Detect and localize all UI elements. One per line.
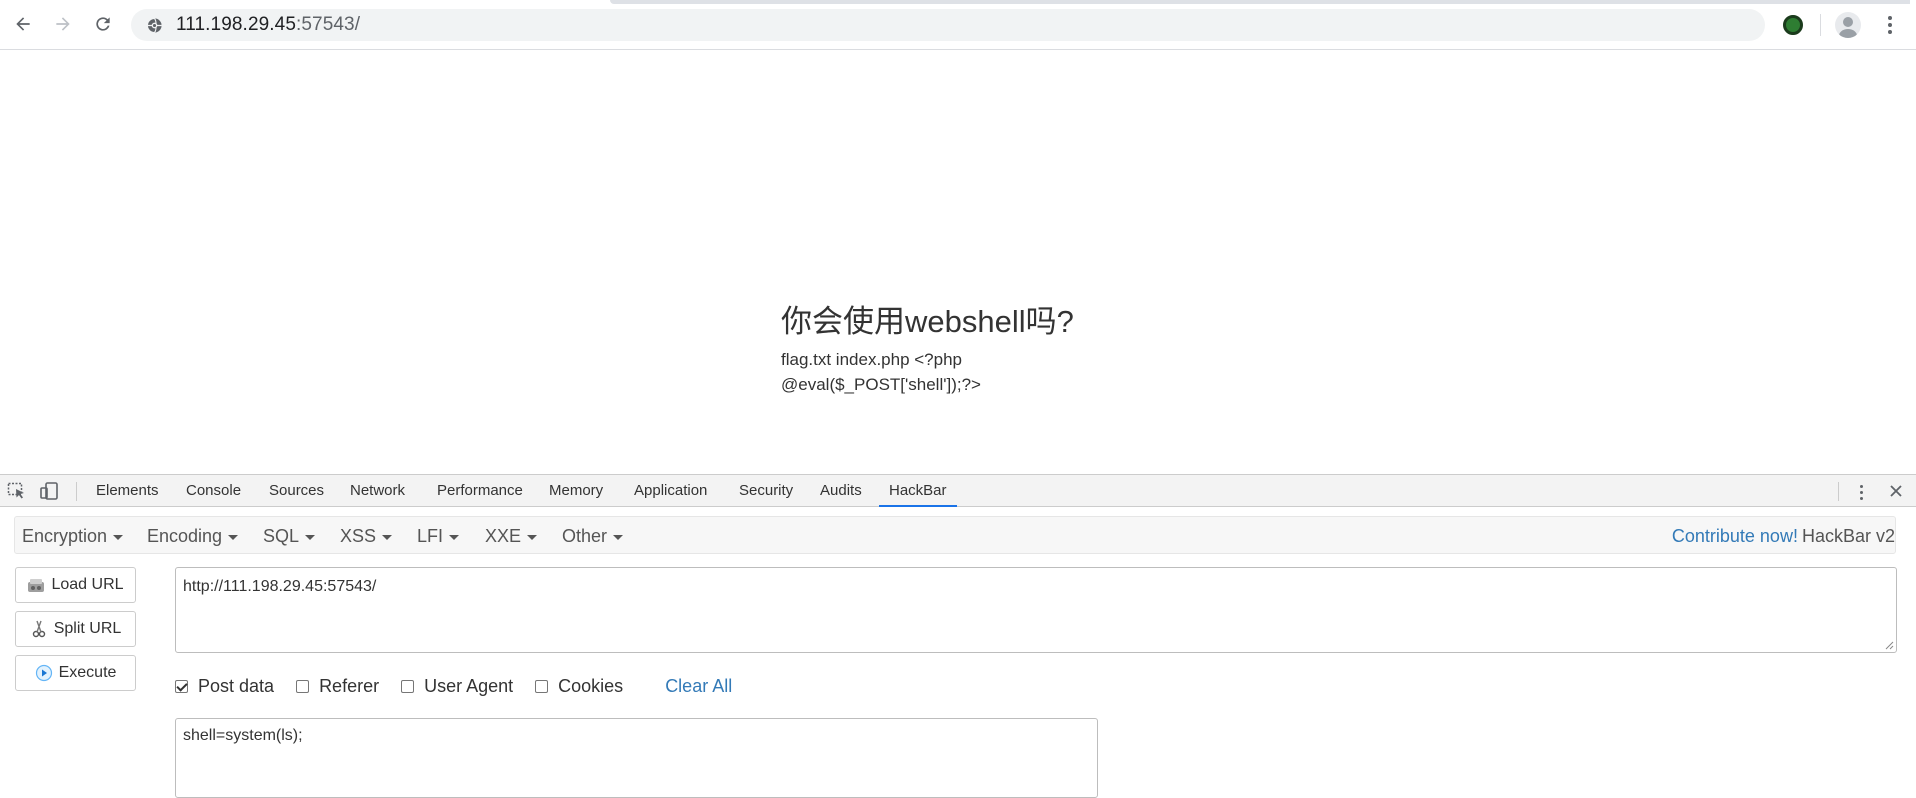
arrow-right-icon	[56, 17, 70, 31]
tab-console[interactable]: Console	[176, 475, 251, 507]
url-port: :57543/	[296, 14, 361, 35]
post-data-value: shell=system(ls);	[183, 727, 303, 744]
play-icon	[35, 664, 52, 682]
url-text[interactable]: 111.198.29.45:57543/	[176, 14, 360, 36]
reload-icon	[96, 17, 110, 31]
menu-label: XSS	[340, 526, 377, 546]
devtools-menu-icon[interactable]	[1853, 483, 1869, 501]
back-button[interactable]	[8, 9, 38, 39]
execute-label: Execute	[58, 664, 117, 681]
menu-label: LFI	[417, 526, 444, 546]
tab-hackbar[interactable]: HackBar	[879, 475, 957, 507]
hackbar-version: HackBar v2	[1801, 526, 1895, 546]
tab-performance[interactable]: Performance	[427, 475, 533, 507]
checkbox-label: Cookies	[558, 675, 624, 696]
menu-xxe[interactable]: XXE	[485, 517, 538, 555]
menu-lfi[interactable]: LFI	[417, 517, 460, 555]
page-heading: 你会使用webshell吗?	[781, 304, 1074, 339]
extension-icon[interactable]	[1783, 15, 1803, 35]
checkbox-unchecked[interactable]	[296, 679, 310, 693]
menu-encoding[interactable]: Encoding	[147, 517, 239, 555]
checkbox-unchecked[interactable]	[535, 679, 549, 693]
profile-avatar-icon[interactable]	[1835, 12, 1861, 38]
tab-audits[interactable]: Audits	[810, 475, 872, 507]
checkbox-checked[interactable]	[175, 679, 188, 693]
menu-label: SQL	[263, 526, 300, 546]
scissors-icon	[32, 620, 45, 638]
device-toolbar-icon[interactable]	[40, 482, 60, 500]
address-bar[interactable]: 111.198.29.45:57543/	[131, 9, 1765, 41]
tab-network[interactable]: Network	[340, 475, 415, 507]
tab-application[interactable]: Application	[624, 475, 717, 507]
devtools-tab-bar: Elements Console Sources Network Perform…	[0, 474, 1916, 507]
caret-down-icon	[613, 534, 624, 540]
checkbox-label: Post data	[198, 675, 275, 696]
tab-strip	[610, 0, 1910, 4]
menu-xss[interactable]: XSS	[340, 517, 393, 555]
user-agent-checkbox[interactable]: User Agent	[401, 676, 513, 697]
caret-down-icon	[382, 534, 393, 540]
contribute-link[interactable]: Contribute now!	[1672, 526, 1798, 546]
tab-sources[interactable]: Sources	[259, 475, 334, 507]
devtools-divider	[76, 482, 77, 501]
devtools-panel: Elements Console Sources Network Perform…	[0, 474, 1916, 798]
post-data-textarea[interactable]: shell=system(ls);	[175, 718, 1098, 798]
url-host: 111.198.29.45	[176, 14, 296, 35]
caret-down-icon	[527, 534, 538, 540]
post-data-checkbox[interactable]: Post data	[175, 676, 274, 697]
split-url-button[interactable]: Split URL	[15, 611, 136, 647]
devtools-divider	[1838, 482, 1839, 501]
checkbox-label: Referer	[319, 675, 380, 696]
reload-button[interactable]	[88, 9, 118, 39]
referer-checkbox[interactable]: Referer	[296, 676, 379, 697]
menu-label: Encryption	[22, 526, 108, 546]
close-icon[interactable]	[1886, 481, 1906, 501]
url-textarea-value: http://111.198.29.45:57543/	[183, 578, 377, 595]
browser-menu-icon[interactable]	[1878, 13, 1902, 37]
resize-grip-icon[interactable]	[1884, 640, 1894, 650]
inspect-element-icon[interactable]	[7, 482, 27, 500]
cookies-checkbox[interactable]: Cookies	[535, 676, 623, 697]
option-checkboxes: Post data Referer User Agent Cookies Cle…	[175, 674, 732, 698]
menu-sql[interactable]: SQL	[263, 517, 316, 555]
tab-elements[interactable]: Elements	[86, 475, 169, 507]
load-url-label: Load URL	[51, 576, 124, 593]
caret-down-icon	[305, 534, 316, 540]
menu-encryption[interactable]: Encryption	[22, 517, 124, 555]
globe-icon[interactable]	[144, 15, 164, 35]
menu-other[interactable]: Other	[562, 517, 624, 555]
url-textarea[interactable]: http://111.198.29.45:57543/	[175, 567, 1897, 653]
menu-label: Encoding	[147, 526, 223, 546]
toolbar-divider	[1820, 14, 1821, 36]
checkbox-label: User Agent	[424, 675, 514, 696]
clear-all-link[interactable]: Clear All	[665, 676, 732, 697]
page-content: 你会使用webshell吗? flag.txt index.php <?php …	[0, 51, 1916, 474]
hackbar-menu-bar: Encryption Encoding SQL XSS LFI XXE Othe…	[14, 516, 1896, 554]
forward-button[interactable]	[48, 9, 78, 39]
checkbox-unchecked[interactable]	[401, 679, 415, 693]
menu-label: Other	[562, 526, 608, 546]
tab-security[interactable]: Security	[729, 475, 803, 507]
arrow-left-icon	[16, 17, 30, 31]
caret-down-icon	[449, 534, 460, 540]
caret-down-icon	[228, 534, 239, 540]
caret-down-icon	[113, 534, 124, 540]
execute-button[interactable]: Execute	[15, 655, 136, 691]
load-url-icon	[28, 579, 45, 592]
contribute-area: Contribute now! HackBar v2	[1672, 517, 1895, 555]
browser-toolbar: 111.198.29.45:57543/	[0, 0, 1916, 50]
split-url-label: Split URL	[53, 620, 122, 637]
tab-memory[interactable]: Memory	[539, 475, 613, 507]
load-url-button[interactable]: Load URL	[15, 567, 136, 603]
menu-label: XXE	[485, 526, 522, 546]
page-body-text: flag.txt index.php <?php @eval($_POST['s…	[781, 350, 981, 394]
